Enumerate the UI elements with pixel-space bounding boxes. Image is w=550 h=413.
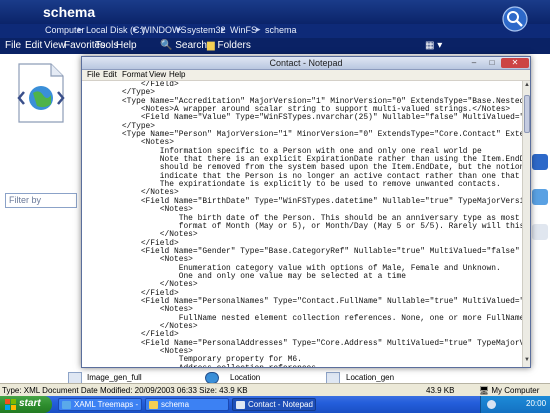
folders-button[interactable]: ▆ Folders bbox=[207, 40, 251, 51]
task-label: schema bbox=[161, 400, 190, 409]
search-orb-icon[interactable] bbox=[502, 6, 528, 32]
taskbar-button-notepad[interactable]: Contact - Notepad bbox=[232, 398, 316, 411]
menu-help[interactable]: Help bbox=[116, 40, 137, 51]
status-zone-label: My Computer bbox=[491, 386, 540, 395]
start-label: start bbox=[19, 398, 41, 409]
search-button-label: Search bbox=[175, 40, 207, 51]
document-icon[interactable] bbox=[532, 224, 548, 240]
maximize-button[interactable]: □ bbox=[483, 58, 501, 68]
filter-placeholder: Filter by bbox=[9, 195, 42, 205]
right-sidebar bbox=[528, 54, 550, 370]
explorer-titlebar: schema bbox=[0, 0, 550, 24]
task-label: XAML Treemaps - Micr... bbox=[74, 400, 141, 409]
file-name: Image_gen_full bbox=[87, 373, 142, 382]
notepad-titlebar[interactable]: Contact - Notepad – □ ✕ bbox=[82, 57, 530, 70]
explorer-menubar: File Edit View Favorites Tools Help bbox=[0, 38, 550, 54]
scroll-thumb[interactable] bbox=[524, 95, 530, 133]
tray-icon[interactable] bbox=[487, 400, 496, 409]
notepad-menu-file[interactable]: File bbox=[87, 70, 100, 79]
close-button[interactable]: ✕ bbox=[501, 58, 529, 68]
xml-document-icon bbox=[17, 63, 65, 123]
preview-pane: Filter by bbox=[0, 54, 84, 370]
notepad-menu-help[interactable]: Help bbox=[169, 70, 185, 79]
task-label: Contact - Notepad bbox=[248, 400, 313, 409]
menu-edit[interactable]: Edit bbox=[25, 40, 42, 51]
breadcrumb-schema[interactable]: schema bbox=[265, 25, 297, 35]
taskbar-button-browser[interactable]: XAML Treemaps - Micr... bbox=[58, 398, 142, 411]
breadcrumb[interactable]: Computer ▸ Local Disk (C:) ▸ WINDOWS ▸ s… bbox=[0, 24, 550, 38]
notepad-menu-edit[interactable]: Edit bbox=[103, 70, 117, 79]
chevron-right-icon: ▸ bbox=[78, 24, 83, 34]
file-name: Location_gen bbox=[346, 373, 395, 382]
status-zone: 🖥 My Computer bbox=[479, 386, 539, 395]
status-bar: Type: XML Document Date Modified: 20/09/… bbox=[0, 383, 550, 396]
menu-view[interactable]: View bbox=[44, 40, 66, 51]
menu-tools[interactable]: Tools bbox=[95, 40, 118, 51]
minimize-button[interactable]: – bbox=[465, 58, 483, 68]
chevron-right-icon: ▸ bbox=[133, 24, 138, 34]
notepad-icon bbox=[236, 401, 245, 409]
notepad-menu-format[interactable]: Format bbox=[122, 70, 147, 79]
computer-icon: 🖥 bbox=[479, 386, 490, 395]
scroll-down-icon[interactable]: ▼ bbox=[523, 357, 531, 366]
filter-input[interactable]: Filter by bbox=[5, 193, 77, 208]
notepad-title: Contact - Notepad bbox=[269, 58, 343, 68]
folder-view-icon[interactable] bbox=[532, 189, 548, 205]
vertical-scrollbar[interactable]: ▲ ▼ bbox=[522, 81, 530, 367]
notepad-menubar: File Edit Format View Help bbox=[82, 70, 530, 81]
start-button[interactable]: start bbox=[0, 396, 52, 413]
search-button[interactable]: 🔍 Search bbox=[160, 40, 207, 51]
folders-button-label: Folders bbox=[217, 40, 251, 51]
system-tray: 20:00 bbox=[480, 396, 550, 413]
scroll-up-icon[interactable]: ▲ bbox=[523, 82, 531, 91]
browser-icon bbox=[62, 401, 71, 409]
network-icon[interactable] bbox=[532, 154, 548, 170]
folder-icon bbox=[149, 401, 158, 409]
folder-icon: ▆ bbox=[207, 40, 215, 51]
taskbar-button-explorer[interactable]: schema bbox=[145, 398, 229, 411]
search-icon: 🔍 bbox=[160, 40, 173, 51]
clock: 20:00 bbox=[526, 399, 547, 408]
notepad-text: </Field> </Type> <Type Name="Accreditati… bbox=[84, 81, 522, 367]
chevron-right-icon: ▸ bbox=[177, 24, 182, 34]
explorer-title: schema bbox=[43, 4, 96, 20]
taskbar: start XAML Treemaps - Micr... schema Con… bbox=[0, 396, 550, 413]
views-button[interactable]: ▦ ▾ bbox=[425, 40, 442, 51]
notepad-text-area[interactable]: </Field> </Type> <Type Name="Accreditati… bbox=[82, 81, 522, 367]
breadcrumb-system32[interactable]: system32 bbox=[187, 25, 226, 35]
file-name: Location bbox=[230, 373, 261, 382]
status-size: 43.9 KB bbox=[426, 386, 455, 395]
notepad-window: Contact - Notepad – □ ✕ File Edit Format… bbox=[81, 56, 531, 368]
text-line: Address collection references. bbox=[84, 364, 522, 367]
windows-flag-icon bbox=[5, 399, 16, 410]
breadcrumb-winfs[interactable]: WinFS bbox=[230, 25, 257, 35]
notepad-menu-view[interactable]: View bbox=[149, 70, 166, 79]
menu-file[interactable]: File bbox=[5, 40, 21, 51]
chevron-right-icon: ▸ bbox=[221, 24, 226, 34]
status-details: Type: XML Document Date Modified: 20/09/… bbox=[2, 386, 248, 395]
chevron-right-icon: ▸ bbox=[256, 24, 261, 34]
